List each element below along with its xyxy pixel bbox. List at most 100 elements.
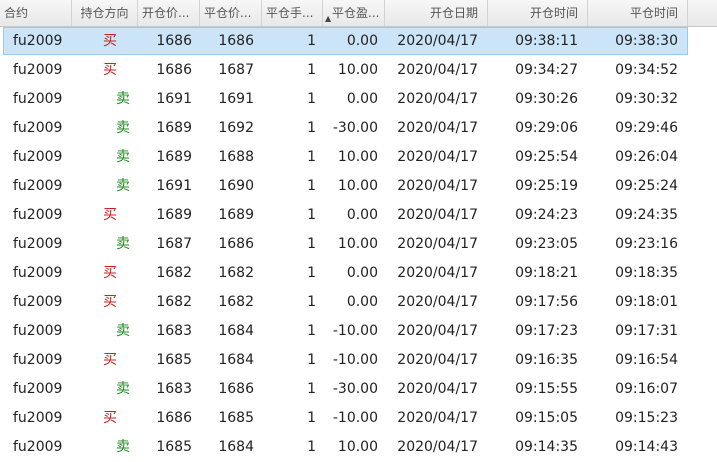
table-row[interactable]: fu2009 卖 1685 1684 1 10.00 2020/04/17 09:14:35 0… (0, 433, 717, 462)
cell-close-price: 1686 (218, 33, 254, 49)
cell-close-price: 1684 (218, 323, 254, 339)
cell-contract: fu2009 (13, 323, 63, 339)
cell-open-date: 2020/04/17 (397, 149, 478, 165)
table-row[interactable]: fu2009 买 1689 1689 1 0.00 2020/04/17 09:24:23 09… (0, 201, 717, 230)
table-row[interactable]: fu2009 买 1685 1684 1 -10.00 2020/04/17 09:16:35… (0, 346, 717, 375)
cell-direction: 卖 (116, 149, 130, 165)
cell-contract: fu2009 (13, 236, 63, 252)
cell-direction: 买 (103, 410, 117, 426)
cell-open-date: 2020/04/17 (397, 381, 478, 397)
column-header-close-price[interactable]: 平仓价... (200, 0, 262, 26)
cell-open-time: 09:18:21 (515, 265, 578, 281)
cell-open-time: 09:14:35 (515, 439, 578, 455)
cell-close-lots: 1 (307, 120, 316, 136)
cell-open-date: 2020/04/17 (397, 207, 478, 223)
cell-open-price: 1682 (156, 265, 192, 281)
column-header-close-time[interactable]: 平仓时间 (588, 0, 688, 26)
cell-open-date: 2020/04/17 (397, 410, 478, 426)
cell-open-date: 2020/04/17 (397, 439, 478, 455)
cell-open-price: 1686 (156, 33, 192, 49)
cell-open-price: 1686 (156, 62, 192, 78)
cell-close-price: 1687 (218, 62, 254, 78)
cell-close-time: 09:34:52 (615, 62, 678, 78)
table-row[interactable]: fu2009 卖 1683 1684 1 -10.00 2020/04/17 09:17:23… (0, 317, 717, 346)
cell-close-time: 09:29:46 (615, 120, 678, 136)
column-header-close-lots[interactable]: 平仓手... (262, 0, 323, 26)
cell-close-time: 09:14:43 (615, 439, 678, 455)
cell-close-price: 1686 (218, 236, 254, 252)
cell-open-date: 2020/04/17 (397, 265, 478, 281)
cell-open-time: 09:30:26 (515, 91, 578, 107)
cell-close-lots: 1 (307, 265, 316, 281)
cell-close-time: 09:38:30 (615, 33, 678, 49)
cell-close-pnl: -10.00 (332, 352, 378, 368)
cell-close-lots: 1 (307, 149, 316, 165)
cell-close-time: 09:15:23 (615, 410, 678, 426)
cell-open-price: 1683 (156, 323, 192, 339)
table-row[interactable]: fu2009 卖 1687 1686 1 10.00 2020/04/17 09:23:05 0… (0, 230, 717, 259)
cell-open-time: 09:17:23 (515, 323, 578, 339)
cell-contract: fu2009 (13, 410, 63, 426)
cell-open-time: 09:23:05 (515, 236, 578, 252)
cell-close-time: 09:16:54 (615, 352, 678, 368)
cell-open-price: 1689 (156, 207, 192, 223)
cell-contract: fu2009 (13, 62, 63, 78)
column-header-open-date[interactable]: 开仓日期 (385, 0, 488, 26)
table-row[interactable]: fu2009 卖 1691 1691 1 0.00 2020/04/17 09:30:26 09… (0, 85, 717, 114)
cell-close-time: 09:30:32 (615, 91, 678, 107)
cell-close-pnl: 10.00 (337, 178, 378, 194)
cell-contract: fu2009 (13, 294, 63, 310)
cell-contract: fu2009 (13, 439, 63, 455)
cell-close-pnl: 0.00 (346, 91, 378, 107)
cell-direction: 卖 (116, 91, 130, 107)
table-row[interactable]: fu2009 买 1682 1682 1 0.00 2020/04/17 09:18:21 09… (0, 259, 717, 288)
table-row[interactable]: fu2009 卖 1691 1690 1 10.00 2020/04/17 09:25:19 0… (0, 172, 717, 201)
cell-open-time: 09:15:55 (515, 381, 578, 397)
cell-close-lots: 1 (307, 294, 316, 310)
cell-contract: fu2009 (13, 352, 63, 368)
closed-trades-grid: 合约 持仓方向 开仓价... 平仓价... 平仓手... ▲ 平仓盈... 开仓… (0, 0, 717, 462)
cell-direction: 卖 (116, 120, 130, 136)
cell-open-date: 2020/04/17 (397, 33, 478, 49)
cell-close-time: 09:18:35 (615, 265, 678, 281)
cell-open-date: 2020/04/17 (397, 120, 478, 136)
column-header-open-price[interactable]: 开仓价... (138, 0, 200, 26)
cell-contract: fu2009 (13, 91, 63, 107)
cell-close-lots: 1 (307, 323, 316, 339)
table-row[interactable]: fu2009 买 1682 1682 1 0.00 2020/04/17 09:17:56 09… (0, 288, 717, 317)
cell-close-price: 1690 (218, 178, 254, 194)
table-body: fu2009 买 1686 1686 1 0.00 2020/04/17 09:38:11 09… (0, 27, 717, 462)
column-header-contract[interactable]: 合约 (0, 0, 72, 26)
cell-close-time: 09:23:16 (615, 236, 678, 252)
cell-close-price: 1684 (218, 439, 254, 455)
table-row[interactable]: fu2009 买 1686 1685 1 -10.00 2020/04/17 09:15:05… (0, 404, 717, 433)
cell-close-time: 09:18:01 (615, 294, 678, 310)
table-row[interactable]: fu2009 买 1686 1686 1 0.00 2020/04/17 09:38:11 09… (0, 27, 717, 56)
cell-contract: fu2009 (13, 120, 63, 136)
table-row[interactable]: fu2009 买 1686 1687 1 10.00 2020/04/17 09:34:27 0… (0, 56, 717, 85)
cell-direction: 买 (103, 33, 117, 49)
cell-open-price: 1685 (156, 352, 192, 368)
cell-open-time: 09:25:19 (515, 178, 578, 194)
column-header-direction[interactable]: 持仓方向 (72, 0, 138, 26)
cell-open-date: 2020/04/17 (397, 91, 478, 107)
cell-open-price: 1689 (156, 120, 192, 136)
column-header-close-pnl-label: 平仓盈... (332, 6, 380, 20)
cell-close-time: 09:26:04 (615, 149, 678, 165)
cell-direction: 买 (103, 62, 117, 78)
table-row[interactable]: fu2009 卖 1689 1688 1 10.00 2020/04/17 09:25:54 0… (0, 143, 717, 172)
column-header-open-time[interactable]: 开仓时间 (488, 0, 588, 26)
column-header-close-pnl[interactable]: ▲ 平仓盈... (323, 0, 385, 26)
cell-direction: 卖 (116, 439, 130, 455)
cell-direction: 卖 (116, 178, 130, 194)
table-row[interactable]: fu2009 卖 1683 1686 1 -30.00 2020/04/17 09:15:55… (0, 375, 717, 404)
cell-open-price: 1685 (156, 439, 192, 455)
sort-ascending-icon: ▲ (325, 14, 332, 23)
cell-contract: fu2009 (13, 265, 63, 281)
table-row[interactable]: fu2009 卖 1689 1692 1 -30.00 2020/04/17 09:29:06… (0, 114, 717, 143)
cell-close-pnl: -30.00 (332, 381, 378, 397)
cell-open-time: 09:38:11 (515, 33, 578, 49)
cell-close-time: 09:16:07 (615, 381, 678, 397)
cell-close-pnl: 0.00 (346, 207, 378, 223)
cell-direction: 买 (103, 207, 117, 223)
